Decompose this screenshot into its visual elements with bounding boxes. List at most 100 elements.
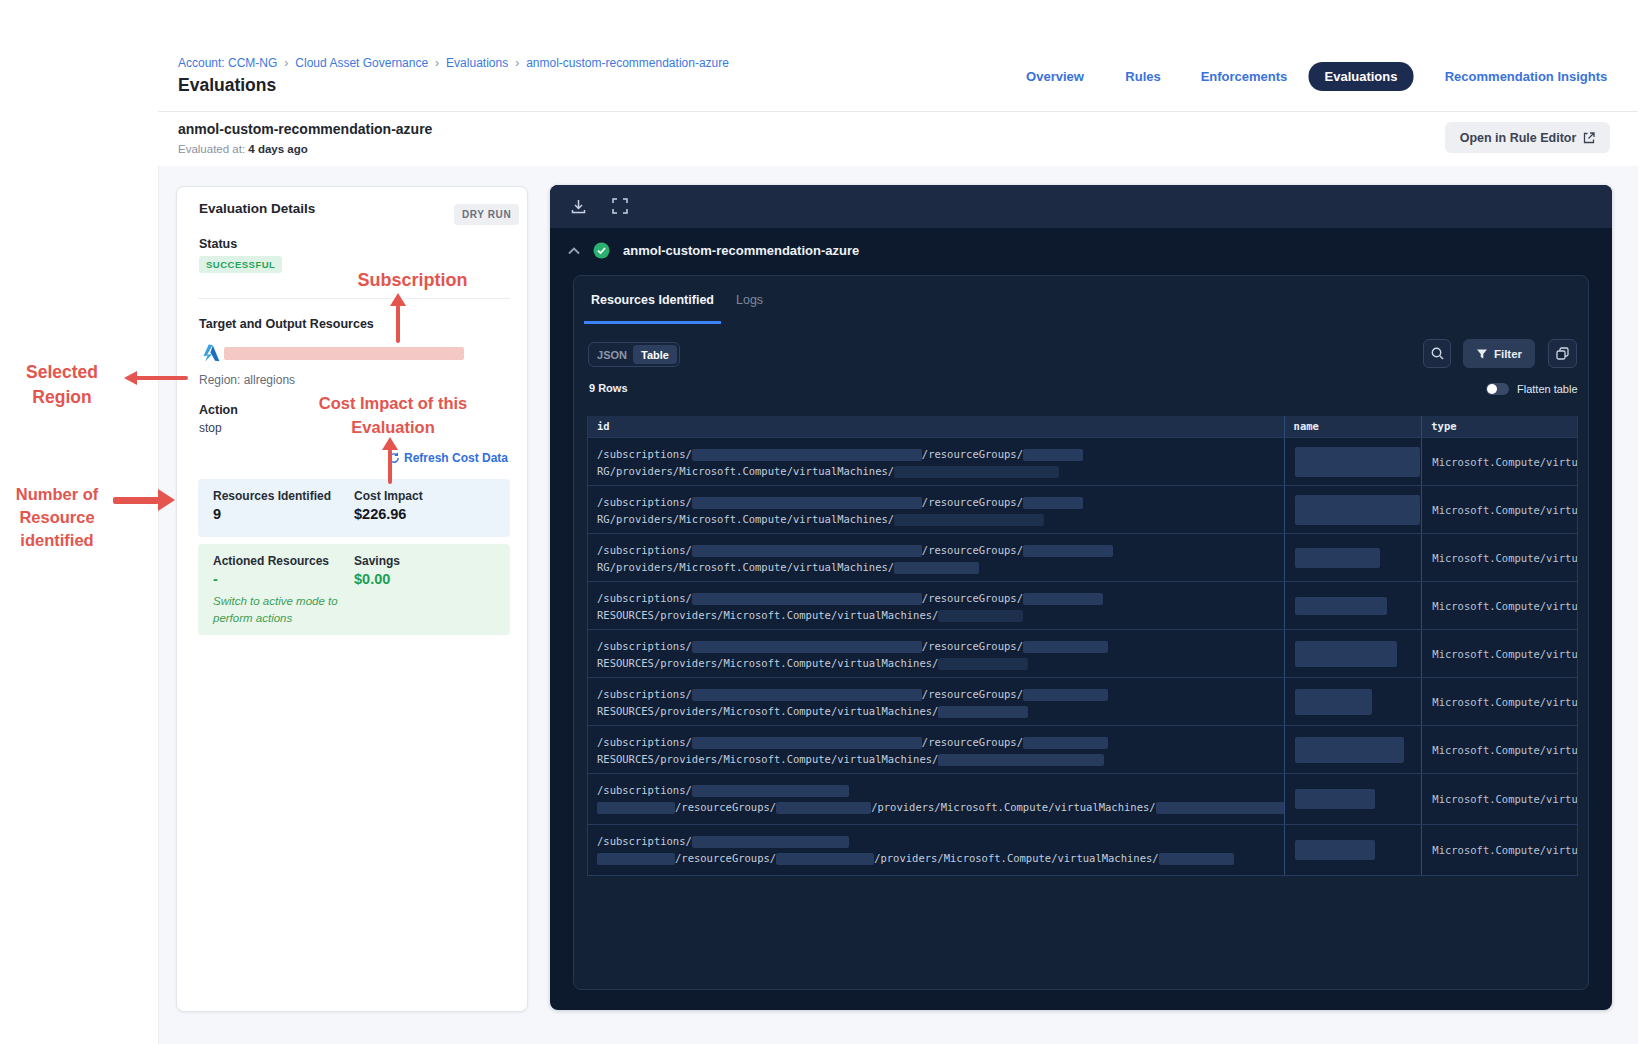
results-inner-card: Resources Identified Logs JSON Table 9 R… bbox=[573, 275, 1589, 990]
cell-name bbox=[1284, 630, 1422, 677]
nav-rules[interactable]: Rules bbox=[1125, 69, 1160, 84]
table-row[interactable]: /subscriptions//resourceGroups//provider… bbox=[588, 773, 1577, 824]
nav-enforcements[interactable]: Enforcements bbox=[1201, 69, 1288, 84]
chevron-up-icon[interactable] bbox=[568, 247, 580, 255]
panel-toolbar bbox=[550, 185, 1612, 228]
cell-name bbox=[1284, 438, 1422, 485]
selected-region-arrow-line bbox=[135, 376, 188, 380]
table-row[interactable]: /subscriptions//resourceGroups/RESOURCES… bbox=[588, 725, 1577, 773]
view-table-button[interactable]: Table bbox=[633, 345, 677, 364]
details-title: Evaluation Details bbox=[199, 201, 315, 216]
breadcrumb-item[interactable]: Cloud Asset Governance bbox=[295, 56, 428, 70]
breadcrumb-item[interactable]: Evaluations bbox=[446, 56, 508, 70]
cost-impact-label: Cost Impact bbox=[354, 489, 423, 503]
annotation-number-identified: Number ofResourceidentified bbox=[6, 483, 108, 552]
table-row[interactable]: /subscriptions//resourceGroups/RESOURCES… bbox=[588, 629, 1577, 677]
external-link-icon bbox=[1583, 132, 1595, 144]
resources-identified-label: Resources Identified bbox=[213, 489, 331, 503]
cell-id: /subscriptions//resourceGroups/RESOURCES… bbox=[588, 582, 1284, 629]
action-value: stop bbox=[199, 421, 222, 435]
cell-type: Microsoft.Compute/virtualMachines bbox=[1421, 438, 1577, 485]
cell-type: Microsoft.Compute/virtualMachines bbox=[1421, 726, 1577, 773]
annotation-subscription: Subscription bbox=[340, 270, 485, 291]
table-row[interactable]: /subscriptions//resourceGroups/RG/provid… bbox=[588, 485, 1577, 533]
cell-type: Microsoft.Compute/virtualMachines bbox=[1421, 534, 1577, 581]
breadcrumb-separator: › bbox=[284, 56, 288, 70]
copy-button[interactable] bbox=[1548, 339, 1577, 368]
number-arrow-head bbox=[158, 489, 175, 511]
breadcrumb: Account: CCM-NG›Cloud Asset Governance›E… bbox=[178, 56, 729, 70]
cell-type: Microsoft.Compute/virtualMachines bbox=[1421, 678, 1577, 725]
flatten-table-label: Flatten table bbox=[1517, 383, 1578, 395]
cell-name bbox=[1284, 774, 1422, 824]
filter-button[interactable]: Filter bbox=[1463, 339, 1535, 368]
search-icon bbox=[1431, 347, 1444, 360]
open-rule-editor-button[interactable]: Open in Rule Editor bbox=[1445, 122, 1610, 153]
cell-id: /subscriptions//resourceGroups/RG/provid… bbox=[588, 534, 1284, 581]
success-check-icon bbox=[593, 242, 610, 259]
subscription-arrow-line bbox=[396, 305, 400, 343]
cell-type: Microsoft.Compute/virtualMachines bbox=[1421, 825, 1577, 875]
annotation-selected-region: SelectedRegion bbox=[10, 360, 114, 410]
cell-id: /subscriptions//resourceGroups/RESOURCES… bbox=[588, 726, 1284, 773]
column-header-type: type bbox=[1421, 416, 1577, 437]
column-header-id: id bbox=[588, 416, 1284, 437]
results-panel: anmol-custom-recommendation-azure Resour… bbox=[550, 185, 1612, 1010]
cell-name bbox=[1284, 486, 1422, 533]
run-title: anmol-custom-recommendation-azure bbox=[623, 243, 859, 258]
annotation-cost-impact: Cost Impact of thisEvaluation bbox=[298, 391, 488, 439]
action-label: Action bbox=[199, 403, 238, 417]
target-resources-label: Target and Output Resources bbox=[199, 317, 374, 331]
table-row[interactable]: /subscriptions//resourceGroups/RESOURCES… bbox=[588, 581, 1577, 629]
rows-count: 9 Rows bbox=[589, 382, 628, 394]
cell-name bbox=[1284, 582, 1422, 629]
fullscreen-icon[interactable] bbox=[612, 198, 628, 214]
table-row[interactable]: /subscriptions//resourceGroups/RESOURCES… bbox=[588, 677, 1577, 725]
column-header-name: name bbox=[1284, 416, 1422, 437]
status-badge: SUCCESSFUL bbox=[199, 256, 282, 273]
cell-name bbox=[1284, 678, 1422, 725]
tab-resources-identified[interactable]: Resources Identified bbox=[584, 293, 721, 324]
cell-id: /subscriptions//resourceGroups/RG/provid… bbox=[588, 438, 1284, 485]
cell-type: Microsoft.Compute/virtualMachines bbox=[1421, 486, 1577, 533]
filter-label: Filter bbox=[1494, 348, 1522, 360]
azure-icon bbox=[199, 343, 220, 363]
nav-recommendation-insights[interactable]: Recommendation Insights bbox=[1445, 69, 1608, 84]
flatten-table-toggle[interactable] bbox=[1486, 383, 1509, 395]
cell-type: Microsoft.Compute/virtualMachines bbox=[1421, 774, 1577, 824]
card-divider bbox=[198, 298, 510, 299]
breadcrumb-item[interactable]: anmol-custom-recommendation-azure bbox=[526, 56, 729, 70]
cell-type: Microsoft.Compute/virtualMachines bbox=[1421, 630, 1577, 677]
region-text: Region: allregions bbox=[199, 373, 295, 387]
switch-mode-note: Switch to active mode toperform actions bbox=[213, 593, 338, 627]
filter-icon bbox=[1476, 348, 1488, 360]
table-row[interactable]: /subscriptions//resourceGroups/RG/provid… bbox=[588, 533, 1577, 581]
number-arrow-line bbox=[113, 497, 159, 504]
view-json-button[interactable]: JSON bbox=[591, 345, 633, 364]
evaluation-details-card: Evaluation Details DRY RUN Status SUCCES… bbox=[176, 186, 528, 1012]
cell-name bbox=[1284, 825, 1422, 875]
search-button[interactable] bbox=[1423, 339, 1451, 368]
breadcrumb-item[interactable]: Account: CCM-NG bbox=[178, 56, 277, 70]
nav-overview[interactable]: Overview bbox=[1026, 69, 1084, 84]
header-divider bbox=[158, 111, 1638, 112]
refresh-cost-data-label: Refresh Cost Data bbox=[404, 451, 508, 465]
nav-evaluations[interactable]: Evaluations bbox=[1309, 62, 1414, 91]
open-rule-editor-label: Open in Rule Editor bbox=[1460, 131, 1577, 145]
cost-arrow-line bbox=[388, 449, 392, 484]
cell-id: /subscriptions//resourceGroups/RESOURCES… bbox=[588, 678, 1284, 725]
cell-id: /subscriptions//resourceGroups//provider… bbox=[588, 825, 1284, 875]
cell-name bbox=[1284, 534, 1422, 581]
cell-type: Microsoft.Compute/virtualMachines bbox=[1421, 582, 1577, 629]
refresh-cost-data-link[interactable]: Refresh Cost Data bbox=[388, 451, 508, 465]
table-header: idnametype bbox=[588, 416, 1577, 437]
table-row[interactable]: /subscriptions//resourceGroups//provider… bbox=[588, 824, 1577, 875]
tab-logs[interactable]: Logs bbox=[736, 293, 763, 307]
copy-icon bbox=[1556, 347, 1569, 360]
table-row[interactable]: /subscriptions//resourceGroups/RG/provid… bbox=[588, 437, 1577, 485]
download-icon[interactable] bbox=[570, 198, 587, 215]
page: Account: CCM-NG›Cloud Asset Governance›E… bbox=[0, 0, 1648, 1044]
savings-value: $0.00 bbox=[354, 571, 390, 587]
status-label: Status bbox=[199, 237, 237, 251]
evaluated-at-label: Evaluated at: bbox=[178, 143, 245, 155]
